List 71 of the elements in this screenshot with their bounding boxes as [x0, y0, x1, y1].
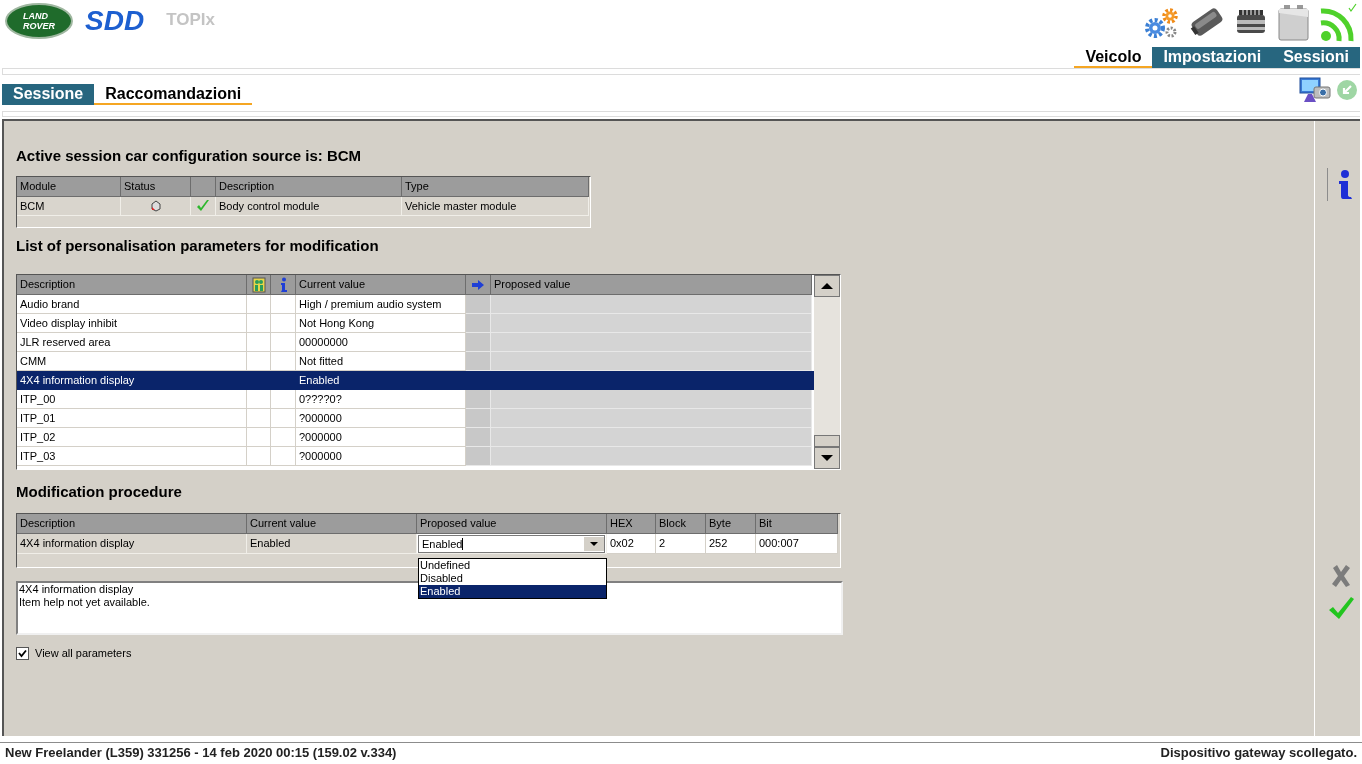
table-cell: Body control module	[216, 197, 402, 216]
table-row[interactable]: CMM Not fitted	[17, 352, 814, 371]
info-icon[interactable]	[1336, 168, 1354, 201]
dropdown-option[interactable]: Enabled	[419, 585, 606, 598]
dropdown-field[interactable]: Enabled	[418, 535, 605, 553]
column-header: Type	[402, 177, 589, 197]
column-header: Current value	[296, 275, 466, 295]
field-value: Enabled	[422, 537, 463, 552]
table-row[interactable]: ITP_02 ?000000	[17, 428, 814, 447]
table-cell: Enabled	[247, 534, 417, 554]
section-heading: Modification procedure	[16, 483, 183, 501]
scroll-down-button[interactable]	[814, 447, 840, 469]
table-row[interactable]: Audio brand High / premium audio system	[17, 295, 814, 314]
table-row[interactable]: 4X4 information display Enabled	[17, 371, 814, 390]
column-header: Proposed value	[417, 514, 607, 534]
people-icon	[251, 276, 266, 293]
tab[interactable]: Raccomandazioni	[94, 84, 253, 105]
column-header: Description	[216, 177, 402, 197]
table-cell: 4X4 information display	[17, 534, 247, 554]
app-logo: SDD	[85, 7, 145, 35]
help-text: 4X4 information display	[19, 583, 134, 596]
column-header: HEX	[607, 514, 656, 534]
table-row[interactable]: JLR reserved area 00000000	[17, 333, 814, 352]
help-text: Item help not yet available.	[19, 596, 150, 609]
column-header	[191, 177, 216, 197]
module-icon	[149, 200, 162, 212]
column-header: Status	[121, 177, 191, 197]
scroll-up-button[interactable]	[814, 275, 840, 297]
table-cell: 2	[656, 534, 706, 554]
info-icon	[278, 276, 288, 293]
gears-icon[interactable]	[1142, 6, 1180, 40]
column-header: Bit	[756, 514, 838, 534]
table-cell: Vehicle master module	[402, 197, 589, 216]
tab[interactable]: Veicolo	[1074, 47, 1153, 68]
dropdown-option[interactable]: Undefined	[419, 559, 606, 572]
table-cell: 252	[706, 534, 756, 554]
scroll-thumb[interactable]	[814, 435, 840, 447]
tab[interactable]: Impostazioni	[1152, 47, 1273, 68]
column-header: Current value	[247, 514, 417, 534]
checkmark-icon	[18, 648, 27, 658]
dropdown-option[interactable]: Disabled	[419, 572, 606, 585]
column-header: Description	[17, 514, 247, 534]
table-row[interactable]: ITP_00 0????0?	[17, 390, 814, 409]
column-header: Byte	[706, 514, 756, 534]
check-icon[interactable]	[1327, 596, 1354, 620]
table-cell: 000:007	[756, 534, 838, 554]
table-row[interactable]: ITP_03 ?000000	[17, 447, 814, 466]
table-cell: ITP_03	[17, 447, 247, 466]
table-cell: ?000000	[296, 447, 466, 466]
table-row[interactable]: ITP_01 ?000000	[17, 409, 814, 428]
computer-camera-icon[interactable]	[1298, 75, 1332, 105]
status-text: Dispositivo gateway scollegato.	[1160, 744, 1357, 763]
checkbox[interactable]	[16, 646, 29, 660]
tab[interactable]: Sessioni	[1272, 47, 1360, 68]
column-header: Module	[17, 177, 121, 197]
section-heading: List of personalisation parameters for modification	[16, 237, 380, 255]
table-row[interactable]: Video display inhibit Not Hong Kong	[17, 314, 814, 333]
checkbox-label: View all parameters	[35, 646, 132, 661]
section-heading: Active session car configuration source is: BCM	[16, 147, 363, 165]
arrow-right-icon	[471, 278, 485, 291]
brand-logo: LAND ROVER	[5, 3, 73, 39]
battery-icon[interactable]	[1276, 3, 1310, 43]
column-header: Description	[17, 275, 247, 295]
column-header: Block	[656, 514, 706, 534]
product-name: TOPIx	[166, 9, 215, 32]
column-header: Proposed value	[491, 275, 812, 295]
table-cell: 0x02	[607, 534, 656, 554]
caret-icon[interactable]	[584, 537, 604, 551]
tab[interactable]: Sessione	[2, 84, 95, 105]
table-cell: BCM	[17, 197, 121, 216]
status-text: New Freelander (L359) 331256 - 14 feb 2020 00:15 (159.02 v.334)	[5, 744, 397, 763]
